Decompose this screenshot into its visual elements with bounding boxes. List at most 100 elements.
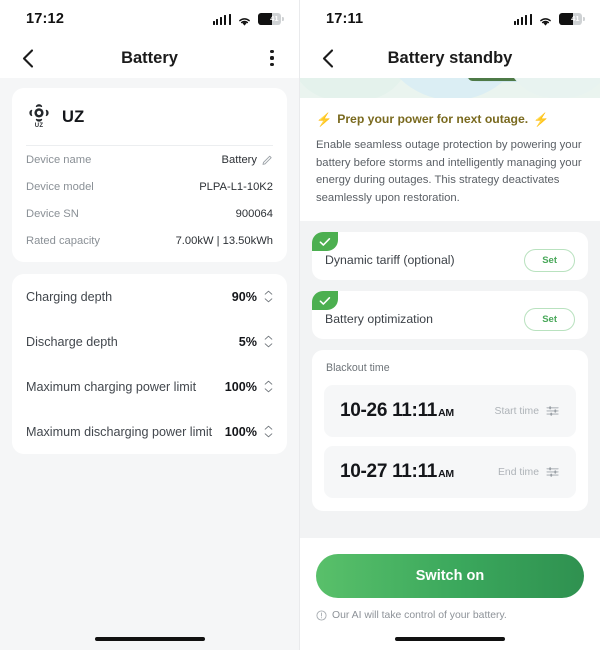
description-text: Enable seamless outage protection by pow… (316, 139, 582, 204)
promo-headline: ⚡ Prep your power for next outage. ⚡ (316, 112, 584, 126)
option-label: Battery optimization (325, 312, 433, 326)
status-clock: 17:11 (326, 11, 364, 27)
cellular-signal-icon (513, 13, 532, 25)
ai-disclaimer: Our AI will take control of your battery… (316, 610, 584, 621)
lightning-bolt-icon: ⚡ (533, 111, 550, 127)
info-label: Device model (26, 180, 94, 193)
device-info-row: Device model PLPA-L1-10K2 (26, 173, 273, 200)
start-time-datetime: 10-26 11:11 (340, 400, 438, 421)
chevron-down-icon (264, 298, 273, 303)
status-bar-left: 17:12 41 (0, 0, 299, 38)
end-time-row[interactable]: 10-27 11:11AM End time (324, 446, 576, 498)
end-time-meridiem: AM (438, 468, 454, 480)
info-label: Rated capacity (26, 234, 101, 247)
check-icon (319, 296, 331, 305)
chevron-down-icon (264, 388, 273, 393)
start-time-value: 10-26 11:11AM (340, 400, 454, 422)
set-button-battery-optimization[interactable]: Set (524, 307, 575, 331)
start-time-label: Start time (494, 405, 539, 417)
device-info-card: UZ UZ Device name Battery Device model P… (12, 88, 287, 262)
info-value: PLPA-L1-10K2 (199, 180, 273, 193)
footer-actions: Switch on Our AI will take control of yo… (300, 538, 600, 650)
end-time-value: 10-27 11:11AM (340, 461, 454, 483)
setting-row-max-charging-power[interactable]: Maximum charging power limit 100% (26, 364, 273, 409)
device-header: UZ UZ (26, 88, 273, 145)
wifi-icon (538, 14, 553, 26)
setting-control: 90% (232, 290, 273, 304)
chevron-up-icon (264, 380, 273, 385)
check-icon (319, 237, 331, 246)
back-button[interactable] (316, 46, 340, 70)
end-time-control: End time (498, 466, 560, 478)
page-title: Battery standby (387, 48, 513, 67)
setting-label: Discharge depth (26, 334, 118, 349)
more-vertical-icon-dot (270, 62, 274, 66)
standby-options: Dynamic tariff (optional) Set Battery op… (300, 221, 600, 511)
device-name-value: Battery (221, 153, 257, 166)
setting-control: 5% (239, 335, 273, 349)
end-time-label: End time (497, 466, 539, 478)
chevron-up-icon (264, 425, 273, 430)
option-card-dynamic-tariff[interactable]: Dynamic tariff (optional) Set (312, 232, 588, 280)
setting-row-max-discharging-power[interactable]: Maximum discharging power limit 100% (26, 409, 273, 454)
info-label: Device name (26, 153, 92, 166)
stepper-discharge-depth[interactable] (264, 335, 273, 348)
uz-logo-label: UZ (34, 123, 44, 129)
setting-value: 100% (224, 379, 257, 394)
intro-section: ⚡ Prep your power for next outage. ⚡ Ena… (300, 98, 600, 221)
battery-percent-label: 41 (270, 14, 279, 23)
wifi-icon (237, 14, 252, 26)
battery-content: UZ UZ Device name Battery Device model P… (0, 78, 299, 454)
battery-percent-label: 41 (571, 14, 580, 23)
setting-row-discharge-depth[interactable]: Discharge depth 5% (26, 319, 273, 364)
setting-label: Maximum charging power limit (26, 379, 197, 394)
home-indicator (94, 636, 205, 641)
chevron-down-icon (264, 433, 273, 438)
nav-bar-right: Battery standby (300, 38, 600, 78)
setting-label: Maximum discharging power limit (26, 424, 213, 439)
set-button-dynamic-tariff[interactable]: Set (524, 248, 575, 272)
status-icons: 41 (212, 13, 284, 26)
info-value[interactable]: Battery (222, 154, 273, 166)
setting-control: 100% (225, 380, 273, 394)
info-circle-icon (316, 610, 327, 621)
stepper-max-discharging-power[interactable] (264, 425, 273, 438)
end-time-datetime: 10-27 11:11 (340, 461, 438, 482)
blackout-time-title: Blackout time (326, 362, 390, 374)
uz-logo-icon: UZ (26, 102, 52, 132)
device-info-row: Device name Battery (26, 146, 273, 173)
battery-status-icon: 41 (258, 13, 284, 25)
chevron-down-icon (264, 343, 273, 348)
setting-value: 90% (231, 289, 257, 304)
device-title: UZ (62, 107, 85, 126)
option-card-battery-optimization[interactable]: Battery optimization Set (312, 291, 588, 339)
stepper-charging-depth[interactable] (264, 290, 273, 303)
page-title: Battery (121, 48, 178, 67)
start-time-meridiem: AM (438, 407, 454, 419)
promo-text: Prep your power for next outage. (337, 112, 529, 126)
device-info-row: Rated capacity 7.00kW | 13.50kWh (26, 227, 273, 254)
switch-on-button[interactable]: Switch on (316, 554, 584, 598)
chevron-left-icon (322, 48, 334, 68)
option-label: Dynamic tariff (optional) (325, 253, 455, 267)
status-bar-right: 17:11 41 (300, 0, 600, 38)
checked-badge (312, 291, 338, 310)
battery-status-icon: 41 (559, 13, 585, 25)
chevron-up-icon (264, 335, 273, 340)
setting-label: Charging depth (26, 289, 113, 304)
setting-row-charging-depth[interactable]: Charging depth 90% (26, 274, 273, 319)
pencil-icon (262, 155, 272, 165)
status-clock: 17:12 (26, 11, 65, 27)
back-button[interactable] (16, 46, 40, 70)
stepper-max-charging-power[interactable] (264, 380, 273, 393)
setting-value: 100% (224, 424, 257, 439)
cellular-signal-icon (212, 13, 231, 25)
info-value: 900064 (235, 207, 273, 220)
chevron-up-icon (264, 290, 273, 295)
battery-settings-card: Charging depth 90% Discharge depth 5% Ma… (12, 274, 287, 454)
tune-sliders-icon (546, 406, 559, 416)
setting-value: 5% (238, 334, 257, 349)
start-time-row[interactable]: 10-26 11:11AM Start time (324, 385, 576, 437)
more-options-button[interactable] (261, 47, 283, 69)
lightning-bolt-icon: ⚡ (316, 111, 333, 127)
